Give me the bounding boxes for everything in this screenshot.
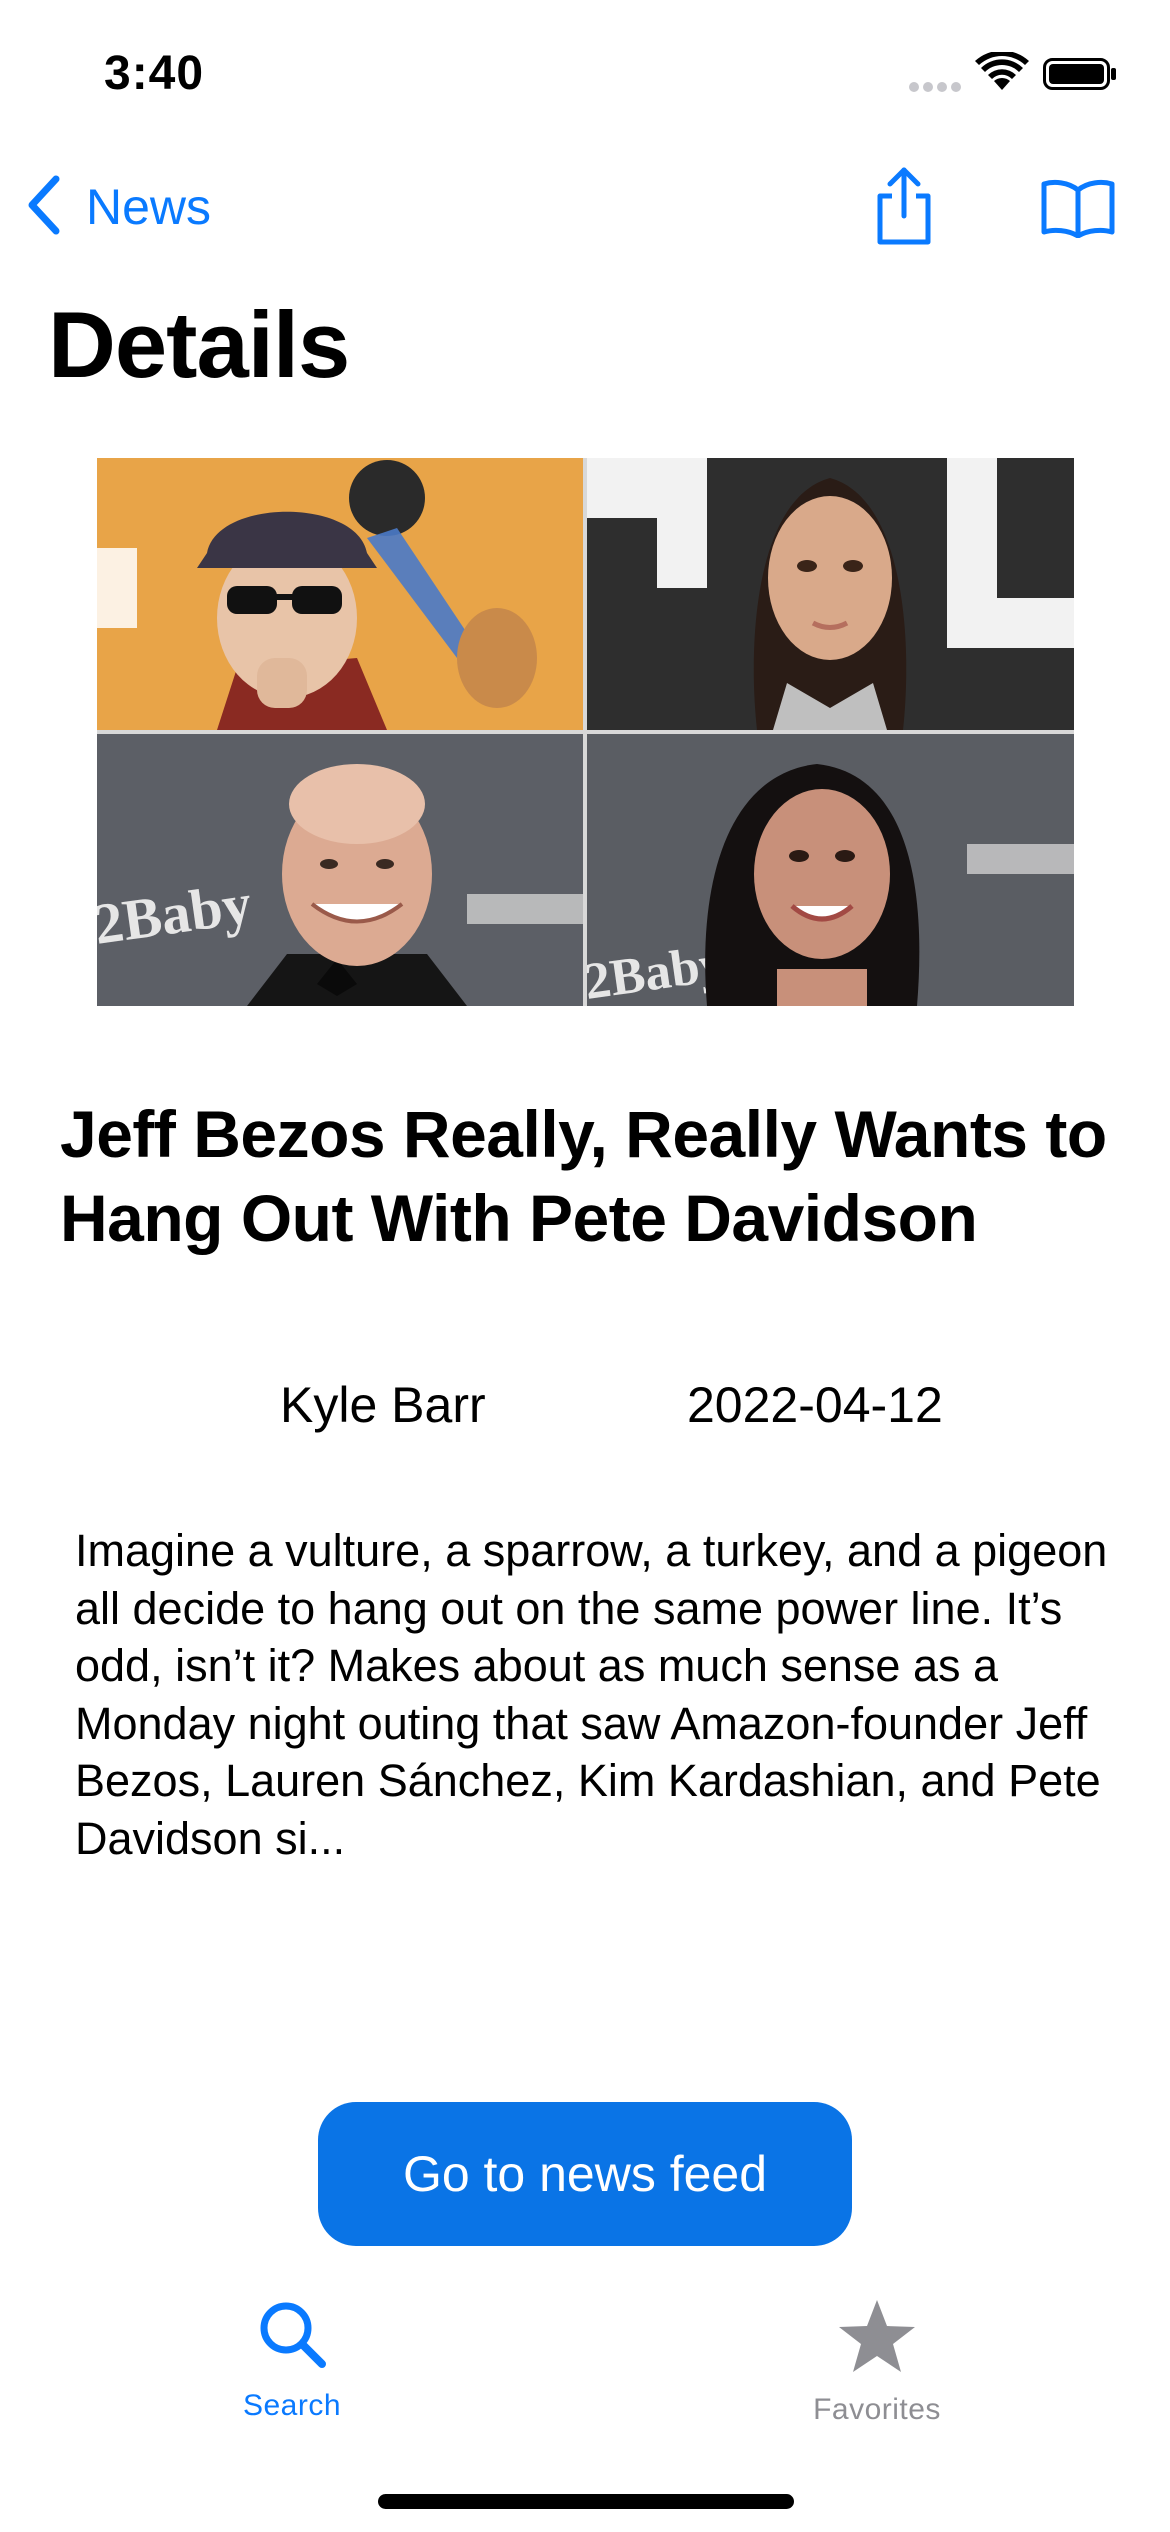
tab-search-label: Search: [242, 2389, 342, 2422]
article-summary: Imagine a vulture, a sparrow, a turkey, …: [75, 1525, 1108, 1864]
article-image: 2Baby 2Baby: [97, 458, 1074, 1006]
search-icon: [256, 2298, 328, 2375]
photo-tile-pete-davidson: [97, 458, 583, 730]
status-time: 3:40: [104, 47, 205, 100]
go-to-news-feed-button[interactable]: Go to news feed: [318, 2102, 852, 2246]
back-button-label: News: [86, 179, 212, 235]
star-icon: [837, 2298, 917, 2379]
article-author: Kyle Barr: [280, 1377, 486, 1433]
tab-favorites-label: Favorites: [813, 2393, 941, 2426]
article-date: 2022-04-12: [687, 1377, 943, 1433]
page-title: Details: [48, 292, 350, 397]
photo-tile-lauren-sanchez: 2Baby: [587, 734, 1074, 1006]
tab-search[interactable]: Search: [192, 2298, 392, 2423]
photo-tile-jeff-bezos: 2Baby: [97, 734, 583, 1006]
home-indicator[interactable]: [378, 2494, 794, 2509]
tab-favorites[interactable]: Favorites: [777, 2298, 977, 2427]
book-icon[interactable]: [1040, 178, 1116, 243]
share-icon[interactable]: [872, 166, 936, 251]
battery-icon: [1043, 58, 1117, 95]
details-screen: 3:40 News Details 2Baby 2Baby Jeff Bezos…: [0, 0, 1170, 2532]
photo-tile-kim-kardashian: [587, 458, 1074, 730]
back-button[interactable]: News: [26, 172, 211, 242]
cellular-signal-icon: [908, 80, 962, 99]
article-headline: Jeff Bezos Really, Really Wants to Hang …: [60, 1097, 1107, 1255]
chevron-left-icon: [26, 175, 62, 240]
wifi-icon: [975, 50, 1029, 97]
